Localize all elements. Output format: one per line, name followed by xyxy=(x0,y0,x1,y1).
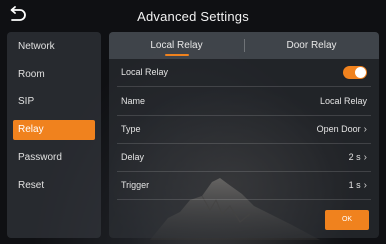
sidebar-item-network[interactable]: Network xyxy=(13,37,95,57)
sidebar-item-reset[interactable]: Reset xyxy=(13,176,95,196)
delay-value: 2 s xyxy=(348,152,361,162)
relay-tabs: Local Relay Door Relay xyxy=(109,32,379,59)
name-value[interactable]: Local Relay xyxy=(320,96,367,106)
chevron-right-icon: › xyxy=(363,124,367,135)
local-relay-label: Local Relay xyxy=(121,67,169,77)
type-row: Type Open Door › xyxy=(117,116,371,144)
trigger-selector[interactable]: 1 s › xyxy=(349,180,367,191)
name-label: Name xyxy=(121,96,146,106)
chevron-right-icon: › xyxy=(363,152,367,163)
active-tab-indicator xyxy=(165,54,189,56)
page-title: Advanced Settings xyxy=(137,9,249,24)
sidebar-item-room[interactable]: Room xyxy=(13,65,95,85)
tab-door-relay[interactable]: Door Relay xyxy=(244,32,379,59)
chevron-right-icon: › xyxy=(363,180,367,191)
name-row: Name Local Relay xyxy=(117,88,371,116)
local-relay-row: Local Relay xyxy=(117,59,371,87)
toggle-knob xyxy=(355,67,366,78)
settings-sidebar: Network Room SIP Relay Password Reset xyxy=(7,32,101,238)
top-bar: Advanced Settings xyxy=(0,0,386,32)
sidebar-item-relay[interactable]: Relay xyxy=(13,120,95,140)
type-label: Type xyxy=(121,124,141,134)
type-selector[interactable]: Open Door › xyxy=(317,124,367,135)
ok-button[interactable]: OK xyxy=(325,210,369,230)
advanced-settings-screen: Advanced Settings Network Room SIP Relay… xyxy=(0,0,386,244)
trigger-label: Trigger xyxy=(121,180,150,190)
delay-row: Delay 2 s › xyxy=(117,144,371,172)
trigger-row: Trigger 1 s › xyxy=(117,172,371,200)
sidebar-item-password[interactable]: Password xyxy=(13,148,95,168)
trigger-value: 1 s xyxy=(348,180,361,190)
sidebar-item-sip[interactable]: SIP xyxy=(13,92,95,112)
delay-label: Delay xyxy=(121,152,145,162)
relay-settings-panel: Local Relay Door Relay Local Relay Name … xyxy=(109,32,379,238)
local-relay-toggle[interactable] xyxy=(343,66,367,79)
type-value: Open Door xyxy=(316,124,361,134)
delay-selector[interactable]: 2 s › xyxy=(349,152,367,163)
